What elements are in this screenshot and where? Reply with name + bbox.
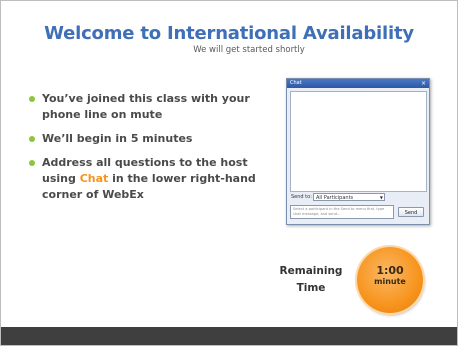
chat-highlight: Chat [79, 172, 109, 185]
timer-unit: minute [374, 277, 406, 286]
slide-subtitle: We will get started shortly [193, 45, 305, 55]
bullet-dot-icon [29, 96, 35, 102]
send-to-select[interactable]: All Participants ▼ [313, 193, 385, 201]
bullet-dot-icon [29, 160, 35, 166]
countdown-timer: 1:00 minute [357, 247, 423, 313]
slide: Welcome to International Availability We… [0, 0, 458, 346]
slide-title: Welcome to International Availability [44, 23, 414, 44]
chat-message-area [290, 91, 427, 192]
message-row: Select a participant in the Send to menu… [290, 205, 426, 219]
remaining-label-line2: Time [296, 282, 326, 294]
chat-message-input[interactable]: Select a participant in the Send to menu… [290, 205, 394, 219]
close-icon[interactable]: × [421, 79, 426, 88]
send-button[interactable]: Send [398, 207, 424, 217]
bullet-dot-icon [29, 136, 35, 142]
timer-value: 1:00 [376, 264, 404, 277]
bullet-text: We’ll begin in 5 minutes [42, 132, 193, 145]
list-item: Address all questions to the host using … [29, 155, 259, 203]
footer-bar [1, 327, 457, 345]
chat-title: Chat [290, 80, 302, 86]
remaining-time-label: Remaining Time [275, 263, 347, 297]
chat-titlebar: Chat × [287, 79, 429, 88]
send-to-label: Send to: [291, 194, 312, 200]
send-to-row: Send to: All Participants ▼ [290, 193, 426, 202]
bullet-text: You’ve joined this class with your phone… [42, 92, 250, 121]
bullet-list: You’ve joined this class with your phone… [29, 91, 259, 211]
chevron-down-icon: ▼ [379, 195, 383, 200]
send-to-value: All Participants [316, 195, 354, 201]
list-item: You’ve joined this class with your phone… [29, 91, 259, 123]
chat-window: Chat × Send to: All Participants ▼ Selec… [286, 78, 430, 225]
list-item: We’ll begin in 5 minutes [29, 131, 259, 147]
remaining-label-line1: Remaining [279, 265, 343, 277]
